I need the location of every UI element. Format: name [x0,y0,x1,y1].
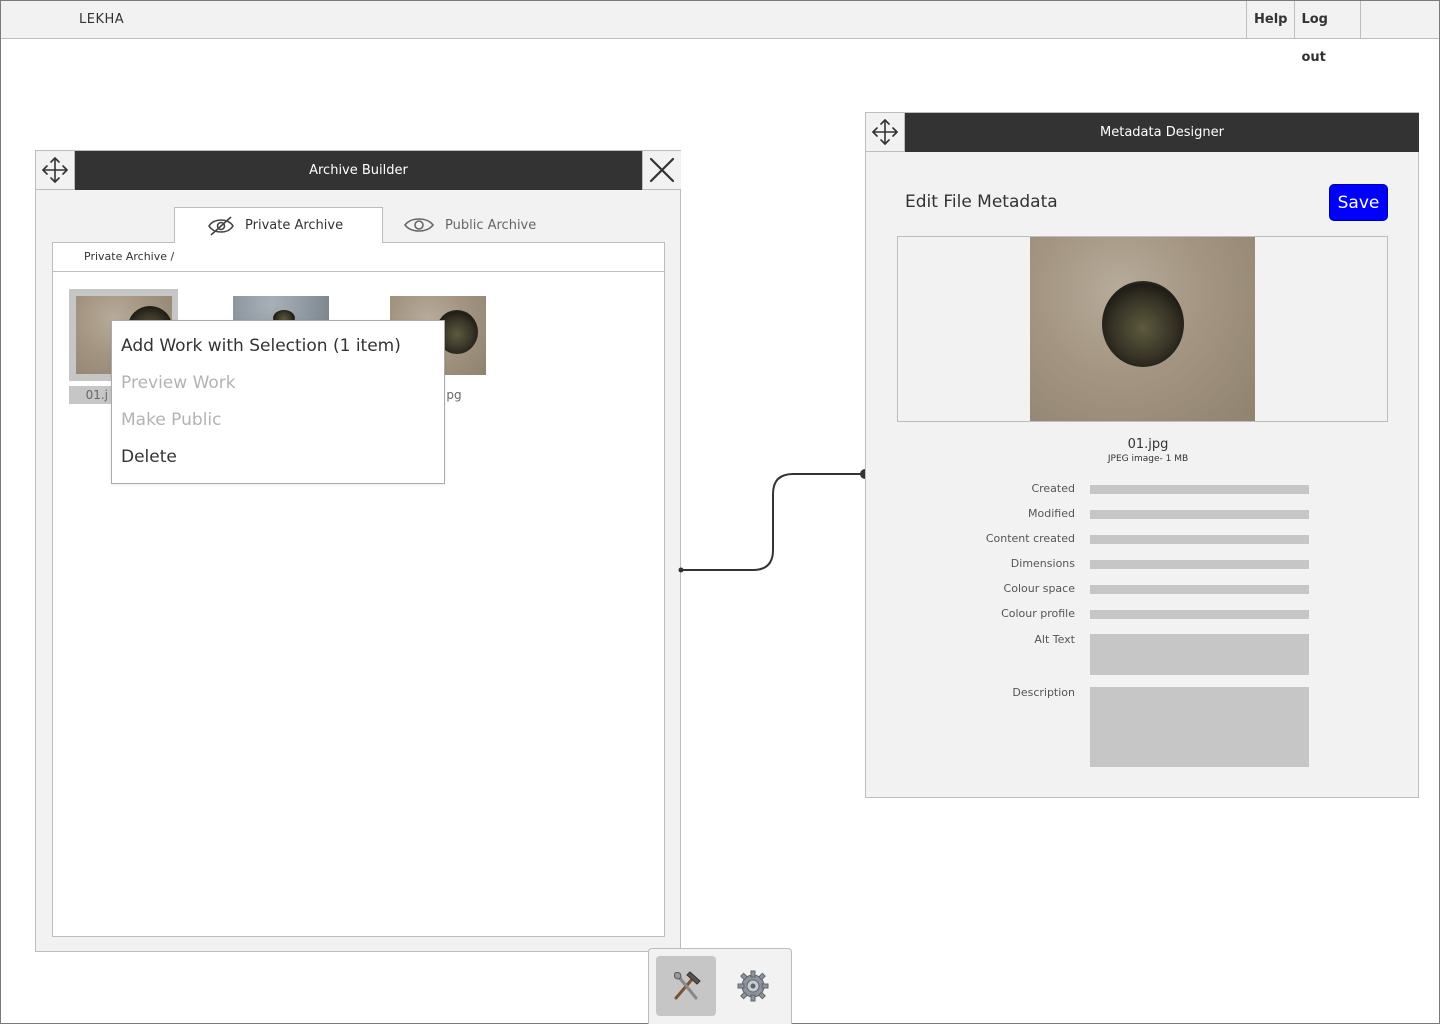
file-info: JPEG image- 1 MB [1107,454,1189,464]
context-menu: Add Work with Selection (1 item) Preview… [111,320,445,484]
gear-icon[interactable] [723,956,783,1016]
metadata-designer-title: Metadata Designer [905,113,1419,152]
menu-item-make-public: Make Public [121,410,222,430]
colour-profile-field[interactable] [1090,610,1309,619]
field-label-content-created: Content created [985,532,1075,545]
menu-item-add-work[interactable]: Add Work with Selection (1 item) [121,336,401,356]
modified-field[interactable] [1090,510,1309,519]
content-created-field[interactable] [1090,535,1309,544]
preview-image [1030,237,1255,421]
panel-connector [678,469,870,573]
help-link[interactable]: Help [1247,1,1296,39]
page-title: Edit File Metadata [905,192,1058,212]
field-label-description: Description [1012,686,1075,699]
colour-space-field[interactable] [1090,585,1309,594]
tool-dock [648,948,792,1024]
dimensions-field[interactable] [1090,560,1309,569]
archive-tabs: Private Archive Public Archive [174,207,563,243]
close-icon[interactable] [642,151,681,190]
metadata-designer-panel: Metadata Designer Edit File Metadata Sav… [865,112,1419,798]
logout-link[interactable]: Log out [1295,1,1362,65]
save-button[interactable]: Save [1329,184,1388,221]
eye-slash-icon [207,215,235,237]
top-links: Help Log out [1246,1,1362,65]
created-field[interactable] [1090,485,1309,494]
alt-text-field[interactable] [1090,634,1309,675]
breadcrumb[interactable]: Private Archive / [53,243,664,272]
tab-label: Private Archive [245,218,344,233]
archive-builder-title: Archive Builder [75,151,642,190]
menu-item-delete[interactable]: Delete [121,447,177,467]
field-label-colour-profile: Colour profile [1001,607,1075,620]
field-label-dimensions: Dimensions [1010,557,1075,570]
top-bar: LEKHA Help Log out [1,1,1439,65]
file-thumbnail [233,296,329,322]
field-label-alt-text: Alt Text [1034,633,1075,646]
eye-icon [403,214,435,236]
description-field[interactable] [1090,687,1309,767]
field-label-created: Created [1031,482,1075,495]
field-label-colour-space: Colour space [1003,582,1075,595]
tab-public-archive[interactable]: Public Archive [383,207,563,243]
menu-item-preview-work: Preview Work [121,373,236,393]
move-handle-icon[interactable] [866,113,905,152]
image-preview [897,236,1388,422]
file-name: 01.jpg [1127,437,1169,452]
hammer-wrench-icon[interactable] [656,956,716,1016]
field-label-modified: Modified [1028,507,1075,520]
move-handle-icon[interactable] [36,151,75,190]
archive-builder-panel: Archive Builder Private Archive Public A… [35,150,681,952]
tab-private-archive[interactable]: Private Archive [174,207,383,243]
file-label: pg [446,388,462,402]
tab-label: Public Archive [445,217,537,233]
app-name: LEKHA [79,12,125,27]
file-label: 01.j [69,386,111,404]
